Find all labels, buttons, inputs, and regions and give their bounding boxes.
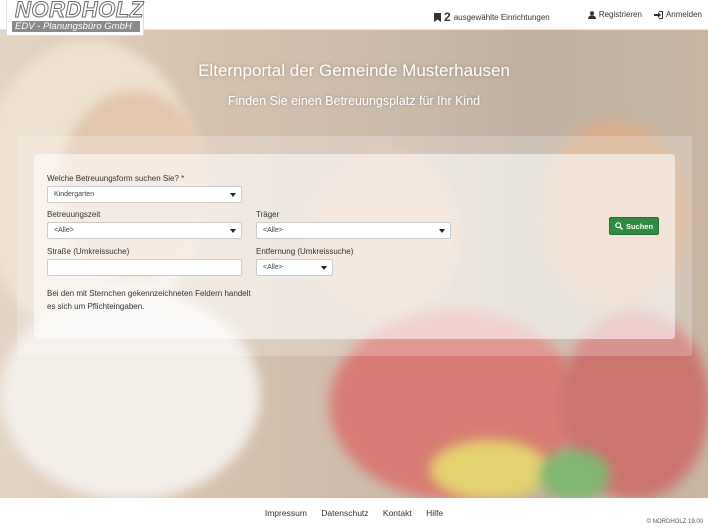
search-button[interactable]: Suchen	[609, 217, 659, 235]
selected-label: ausgewählte Einrichtungen	[453, 12, 550, 22]
search-icon	[615, 222, 623, 230]
footer-link-datenschutz[interactable]: Datenschutz	[321, 508, 368, 518]
selected-facilities-link[interactable]: 2 ausgewählte Einrichtungen	[434, 10, 550, 24]
chevron-down-icon	[230, 229, 236, 233]
care-time-value: <Alle>	[54, 227, 74, 234]
chevron-down-icon	[230, 193, 236, 197]
care-time-label: Betreuungszeit	[47, 210, 101, 219]
footer-link-kontakt[interactable]: Kontakt	[383, 508, 412, 518]
distance-select[interactable]: <Alle>	[256, 259, 333, 276]
provider-value: <Alle>	[263, 227, 283, 234]
street-label: Straße (Umkreissuche)	[47, 247, 130, 256]
copyright: © NORDHOLZ 19.00	[646, 519, 703, 525]
chevron-down-icon	[439, 229, 445, 233]
footer: Impressum Datenschutz Kontakt Hilfe © NO…	[0, 498, 708, 529]
company-logo[interactable]: NORDHOLZ EDV - Planungsbüro GmbH	[6, 0, 144, 36]
chevron-down-icon	[321, 266, 327, 270]
register-label: Registrieren	[598, 10, 642, 19]
search-button-label: Suchen	[625, 221, 654, 231]
top-navbar: NORDHOLZ EDV - Planungsbüro GmbH 2 ausge…	[0, 0, 708, 36]
care-time-select[interactable]: <Alle>	[47, 222, 242, 239]
logo-subtitle: EDV - Planungsbüro GmbH	[12, 21, 140, 32]
page-title: Elternportal der Gemeinde Musterhausen	[198, 61, 510, 80]
care-type-value: Kindergarten	[54, 191, 95, 198]
footer-link-hilfe[interactable]: Hilfe	[426, 508, 443, 518]
footer-link-impressum[interactable]: Impressum	[265, 508, 307, 518]
required-fields-hint: Bei den mit Sternchen gekennzeichneten F…	[47, 289, 251, 311]
bookmark-icon	[434, 12, 441, 22]
care-type-label: Welche Betreuungsform suchen Sie? *	[47, 174, 185, 183]
provider-select[interactable]: <Alle>	[256, 222, 451, 239]
street-input[interactable]	[47, 259, 242, 276]
sign-in-icon	[653, 10, 663, 19]
selected-count: 2	[444, 10, 451, 24]
distance-label: Entfernung (Umkreissuche)	[256, 247, 354, 256]
logo-text: NORDHOLZ	[15, 0, 144, 23]
register-link[interactable]: Registrieren	[587, 10, 642, 19]
user-icon	[587, 10, 596, 19]
provider-label: Träger	[256, 210, 280, 219]
distance-value: <Alle>	[263, 264, 283, 271]
page-subtitle: Finden Sie einen Betreuungsplatz für Ihr…	[227, 94, 481, 108]
login-link[interactable]: Anmelden	[653, 10, 702, 19]
login-label: Anmelden	[665, 10, 702, 19]
care-type-select[interactable]: Kindergarten	[47, 186, 242, 203]
footer-links: Impressum Datenschutz Kontakt Hilfe	[0, 508, 708, 518]
